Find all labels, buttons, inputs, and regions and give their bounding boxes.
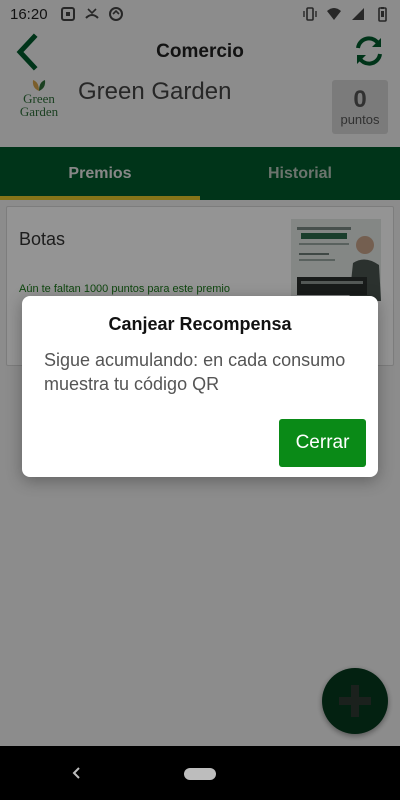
close-button[interactable]: Cerrar — [279, 419, 366, 467]
dialog-message: Sigue acumulando: en cada consumo muestr… — [44, 350, 346, 394]
redeem-dialog: Canjear Recompensa Sigue acumulando: en … — [22, 296, 378, 477]
system-nav-bar — [0, 746, 400, 800]
nav-back-icon[interactable] — [68, 764, 86, 782]
nav-home-pill[interactable] — [184, 768, 216, 780]
dialog-title: Canjear Recompensa — [108, 314, 292, 334]
